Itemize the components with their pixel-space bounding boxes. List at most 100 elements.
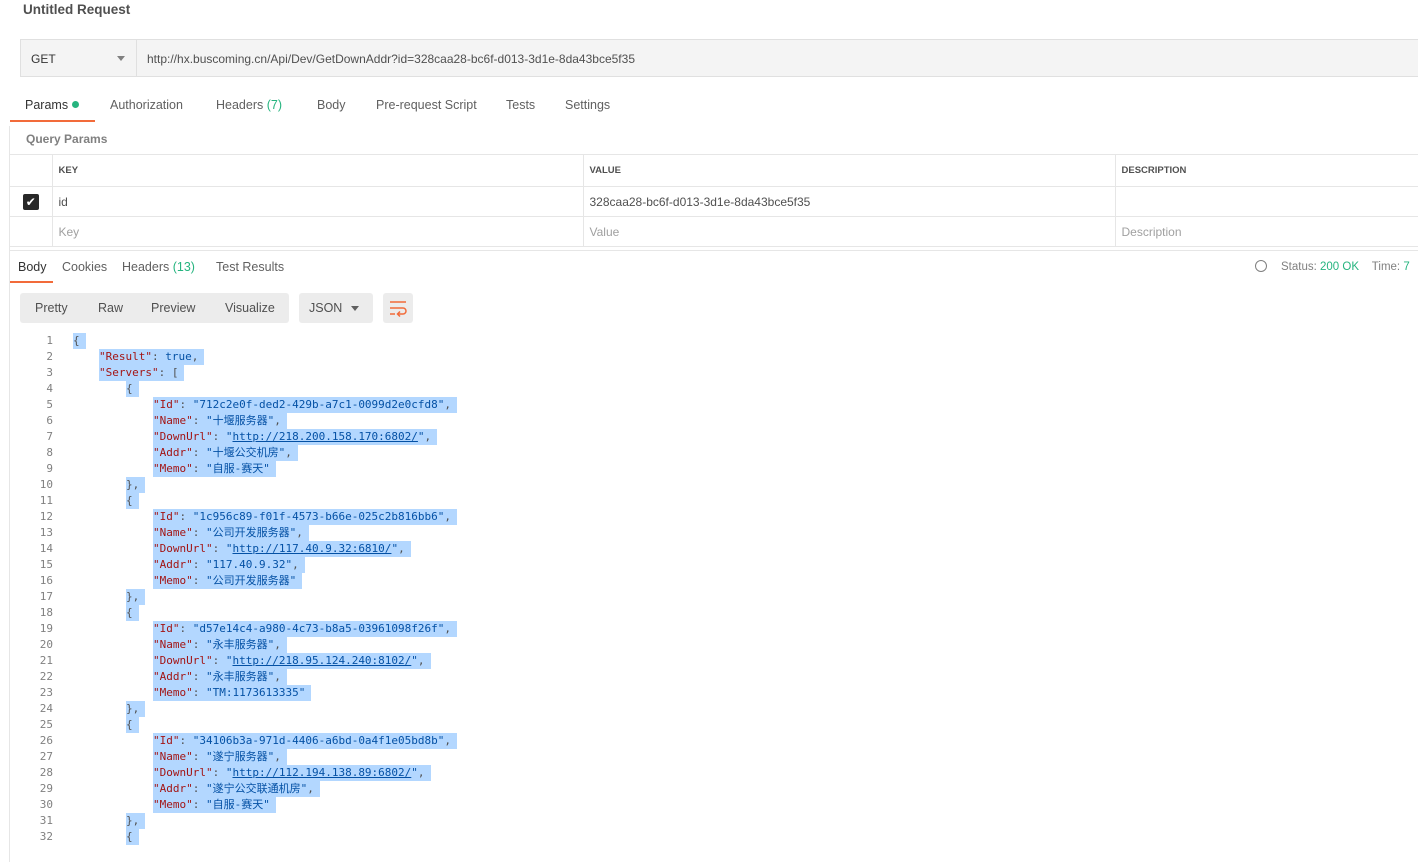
checkbox-column-header <box>10 154 52 187</box>
code-link[interactable]: http://218.95.124.240:8102/ <box>232 654 411 667</box>
code-token: , <box>274 670 281 683</box>
tab-prerequest-script[interactable]: Pre-request Script <box>376 98 477 112</box>
code-link[interactable]: http://218.200.158.170:6802/ <box>232 430 417 443</box>
code-token: "DownUrl" <box>153 430 213 443</box>
code-text: { <box>126 717 139 733</box>
tab-response-body[interactable]: Body <box>18 260 47 274</box>
url-bar: GET http://hx.buscoming.cn/Api/Dev/GetDo… <box>20 39 1418 77</box>
code-token: , <box>444 510 452 523</box>
line-number: 26 <box>39 734 53 747</box>
line-number: 25 <box>39 718 53 731</box>
code-token: , <box>292 558 299 571</box>
code-token: , <box>285 446 292 459</box>
code-token: " <box>417 430 425 443</box>
request-title[interactable]: Untitled Request <box>23 2 130 17</box>
line-number: 23 <box>39 686 53 699</box>
code-token: "DownUrl" <box>153 542 213 555</box>
code-token: , <box>191 350 199 363</box>
tab-body[interactable]: Body <box>317 98 346 112</box>
tab-tests[interactable]: Tests <box>506 98 535 112</box>
code-token: : <box>192 782 206 795</box>
tab-test-results[interactable]: Test Results <box>216 260 284 274</box>
code-token: , <box>444 734 452 747</box>
code-token: "永丰服务器" <box>206 670 275 683</box>
preview-button[interactable]: Preview <box>151 301 195 315</box>
code-text: "Id": "712c2e0f-ded2-429b-a7c1-0099d2e0c… <box>153 397 458 413</box>
checkbox-checked-icon[interactable]: ✔ <box>22 193 39 210</box>
tab-headers[interactable]: Headers (7) <box>216 98 282 112</box>
code-token: : <box>192 638 206 651</box>
value-column-header: VALUE <box>582 154 1115 187</box>
request-tabs: Params Authorization Headers (7) Body Pr… <box>10 90 1418 122</box>
code-token: { <box>73 334 80 347</box>
code-token: "Addr" <box>153 670 193 683</box>
line-number: 7 <box>46 430 53 443</box>
code-token: "Name" <box>153 750 193 763</box>
line-number: 17 <box>39 590 53 603</box>
code-token: : <box>212 654 226 667</box>
code-token: { <box>126 830 133 843</box>
code-link[interactable]: http://117.40.9.32:6810/ <box>232 542 391 555</box>
code-token: { <box>126 718 133 731</box>
response-body-editor[interactable]: 1{2 "Result": true, 3 "Servers": [4{5 "Id": … <box>10 333 1418 862</box>
code-token: "十堰公交机房" <box>206 446 286 459</box>
code-text: "Name": "遂宁服务器", <box>153 749 287 765</box>
pretty-button[interactable]: Pretty <box>35 301 68 315</box>
code-token: "Addr" <box>153 446 193 459</box>
line-number: 24 <box>39 702 53 715</box>
code-token: , <box>417 654 425 667</box>
code-text: { <box>73 333 86 349</box>
url-input[interactable]: http://hx.buscoming.cn/Api/Dev/GetDownAd… <box>147 52 635 66</box>
tab-cookies[interactable]: Cookies <box>62 260 107 274</box>
line-number: 15 <box>39 558 53 571</box>
code-text: "Id": "1c956c89-f01f-4573-b66e-025c2b816… <box>153 509 458 525</box>
code-text: "DownUrl": "http://117.40.9.32:6810/", <box>153 541 411 557</box>
description-placeholder[interactable]: Description <box>1114 216 1418 247</box>
format-select[interactable]: JSON <box>299 293 373 323</box>
code-token: : <box>192 750 206 763</box>
line-number: 11 <box>39 494 53 507</box>
visualize-button[interactable]: Visualize <box>225 301 275 315</box>
code-text: "Name": "公司开发服务器", <box>153 525 309 541</box>
key-placeholder[interactable]: Key <box>51 216 583 247</box>
line-number: 6 <box>46 414 53 427</box>
wrap-lines-button[interactable] <box>383 293 413 323</box>
tab-settings[interactable]: Settings <box>565 98 610 112</box>
line-number: 22 <box>39 670 53 683</box>
tab-authorization[interactable]: Authorization <box>110 98 183 112</box>
code-text: { <box>126 605 139 621</box>
code-token: , <box>296 526 303 539</box>
code-link[interactable]: http://112.194.138.89:6802/ <box>232 766 411 779</box>
method-select[interactable]: GET <box>21 40 137 76</box>
tab-params[interactable]: Params <box>25 98 80 112</box>
value-placeholder[interactable]: Value <box>582 216 1115 247</box>
code-text: }, <box>126 701 146 717</box>
code-token: "1c956c89-f01f-4573-b66e-025c2b816bb6" <box>192 510 445 523</box>
raw-button[interactable]: Raw <box>98 301 123 315</box>
code-token: : [ <box>158 366 179 379</box>
code-token: "Servers" <box>99 366 159 379</box>
code-text: "Servers": [ <box>99 365 185 381</box>
response-status: Status: 200 OK Time: 7 <box>1255 260 1410 273</box>
code-token: : <box>192 574 206 587</box>
globe-icon[interactable] <box>1255 260 1267 272</box>
line-number: 14 <box>39 542 53 555</box>
code-token: : <box>192 462 206 475</box>
code-text: "Addr": "十堰公交机房", <box>153 445 298 461</box>
tab-response-headers[interactable]: Headers (13) <box>122 260 195 274</box>
code-text: }, <box>126 477 146 493</box>
param-checkbox-cell[interactable]: ✔ <box>10 186 52 217</box>
param-description-cell[interactable] <box>1114 186 1418 217</box>
code-token: "十堰服务器" <box>206 414 275 427</box>
line-number: 20 <box>39 638 53 651</box>
code-token: { <box>126 382 133 395</box>
code-text: "Addr": "遂宁公交联通机房", <box>153 781 320 797</box>
param-value-cell[interactable]: 328caa28-bc6f-d013-3d1e-8da43bce5f35 <box>582 186 1115 217</box>
code-token: "Memo" <box>153 798 193 811</box>
code-token: "公司开发服务器" <box>206 526 297 539</box>
param-key-cell[interactable]: id <box>51 186 583 217</box>
line-number: 21 <box>39 654 53 667</box>
code-token: "34106b3a-971d-4406-a6bd-0a4f1e05bd8b" <box>192 734 445 747</box>
tab-params-label: Params <box>25 98 69 112</box>
tab-response-headers-count: (13) <box>172 260 195 274</box>
